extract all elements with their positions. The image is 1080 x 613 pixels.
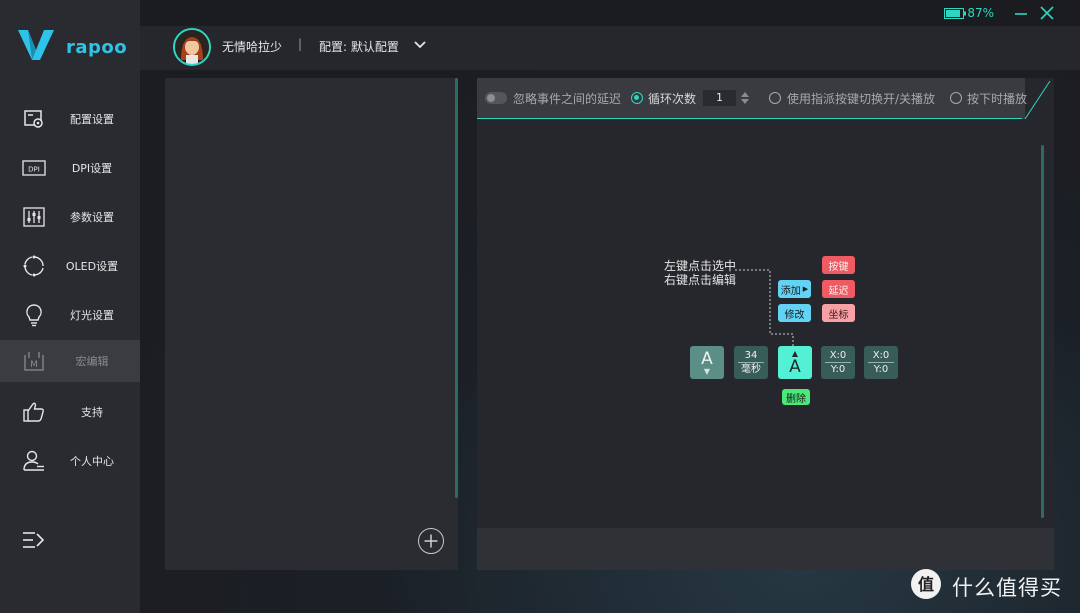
hint-left-click: 左键点击选中 (664, 259, 737, 273)
toggle-play-radio[interactable] (769, 92, 781, 104)
loop-count-input[interactable]: 1 (703, 90, 736, 106)
config-icon (22, 107, 46, 131)
sidebar-item-params[interactable]: 参数设置 (0, 196, 140, 238)
coord-y: Y:0 (825, 362, 851, 376)
macro-event-coord-1[interactable]: X:0 Y:0 (821, 346, 855, 379)
sidebar-item-config[interactable]: 配置设置 (0, 98, 140, 140)
avatar[interactable] (173, 28, 211, 66)
insert-coord-label: 坐标 (828, 309, 849, 321)
delay-unit: 毫秒 (738, 362, 764, 376)
loop-count-radio[interactable] (631, 92, 643, 104)
insert-coord-button[interactable]: 坐标 (822, 304, 855, 322)
svg-text:DPI: DPI (28, 166, 40, 174)
sidebar-item-label: 宏编辑 (75, 355, 109, 368)
svg-text:M: M (30, 360, 38, 370)
oled-icon (22, 254, 46, 278)
close-icon[interactable] (1038, 4, 1056, 22)
app-window: rapoo 配置设置 DPI DPI设置 参数设置 OLED设置 灯光设置 M … (0, 0, 1080, 613)
hold-play-radio[interactable] (950, 92, 962, 104)
username: 无情哈拉少 (222, 40, 283, 54)
watermark-text: 什么值得买 (952, 576, 1062, 600)
watermark-logo-icon: 值 (911, 569, 941, 599)
editor-scrollbar[interactable] (1041, 145, 1044, 518)
macro-event-key-down[interactable]: A ▼ (690, 346, 724, 379)
user-icon (22, 449, 46, 473)
brand-v-icon (18, 30, 54, 60)
selected-key-label: A (789, 356, 801, 377)
dpi-icon: DPI (22, 156, 46, 180)
loop-count-stepper[interactable] (740, 90, 750, 106)
toggle-play-label: 使用指派按键切换开/关播放 (787, 92, 936, 106)
macro-list-panel[interactable] (165, 78, 458, 570)
toolbar-accent-line (477, 118, 1025, 119)
sidebar-item-dpi[interactable]: DPI DPI设置 (0, 147, 140, 189)
profile-header: 无情哈拉少 | 配置: 默认配置 (140, 26, 1080, 70)
avatar-image (175, 30, 209, 64)
macro-list-scrollbar[interactable] (455, 78, 458, 498)
hint-right-click: 右键点击编辑 (664, 273, 737, 287)
macro-event-delay[interactable]: 34 毫秒 (734, 346, 768, 379)
minimize-icon[interactable] (1012, 4, 1030, 22)
ignore-delay-label: 忽略事件之间的延迟 (513, 92, 622, 106)
event-key-label: A (701, 348, 713, 369)
battery-icon (944, 8, 966, 19)
sidebar-item-label: 配置设置 (70, 113, 114, 126)
window-titlebar: 87% (140, 0, 1080, 26)
sidebar-item-oled[interactable]: OLED设置 (0, 245, 140, 287)
insert-delay-label: 延迟 (828, 285, 849, 297)
insert-key-label: 按键 (828, 261, 849, 273)
sidebar-item-label: 参数设置 (70, 211, 114, 224)
macro-event-coord-2[interactable]: X:0 Y:0 (864, 346, 898, 379)
brand-name: rapoo (66, 36, 128, 58)
sidebar-item-support[interactable]: 支持 (0, 391, 140, 433)
sidebar-item-label: DPI设置 (71, 162, 113, 175)
modify-button-label: 修改 (784, 309, 805, 321)
delete-button[interactable]: 删除 (782, 389, 810, 405)
sidebar-item-label: 个人中心 (70, 455, 114, 468)
sliders-icon (22, 205, 46, 229)
modify-button[interactable]: 修改 (778, 304, 811, 322)
macro-event-key-up-selected[interactable]: ▲ A (778, 346, 812, 379)
sidebar-item-lighting[interactable]: 灯光设置 (0, 294, 140, 336)
coord-x: X:0 (829, 350, 847, 361)
caret-right-icon: ▶ (802, 285, 809, 293)
editor-footer (477, 528, 1054, 570)
arrow-down-icon: ▼ (703, 366, 711, 376)
delete-button-label: 删除 (786, 393, 806, 405)
bulb-icon (22, 303, 46, 327)
add-button-label: 添加 (780, 285, 801, 297)
profile-selector-label[interactable]: 配置: 默认配置 (319, 38, 399, 55)
battery-percentage: 87% (967, 6, 994, 20)
sidebar-item-macro[interactable]: M 宏编辑 (0, 340, 140, 382)
coord-y: Y:0 (868, 362, 894, 376)
sidebar: rapoo 配置设置 DPI DPI设置 参数设置 OLED设置 灯光设置 M … (0, 0, 140, 613)
chevron-down-icon[interactable] (414, 40, 426, 50)
delay-value: 34 (744, 350, 758, 361)
sidebar-item-label: OLED设置 (65, 260, 119, 273)
sidebar-item-label: 支持 (81, 406, 103, 419)
menu-collapse-icon[interactable] (22, 530, 46, 550)
ignore-delay-toggle[interactable] (485, 92, 507, 104)
insert-delay-button[interactable]: 延迟 (822, 280, 855, 298)
add-button[interactable]: 添加 ▶ (778, 280, 811, 298)
sidebar-item-label: 灯光设置 (70, 309, 114, 322)
loop-count-label: 循环次数 (648, 92, 697, 106)
sidebar-item-profile[interactable]: 个人中心 (0, 440, 140, 482)
coord-x: X:0 (872, 350, 890, 361)
svg-text:值: 值 (918, 575, 934, 594)
header-divider: | (298, 37, 303, 51)
hold-play-label: 按下时播放 (967, 92, 1028, 106)
brand-logo: rapoo (18, 28, 127, 60)
add-macro-button[interactable] (418, 528, 444, 554)
thumbs-up-icon (22, 400, 46, 424)
insert-key-button[interactable]: 按键 (822, 256, 855, 274)
macro-icon: M (22, 349, 46, 373)
